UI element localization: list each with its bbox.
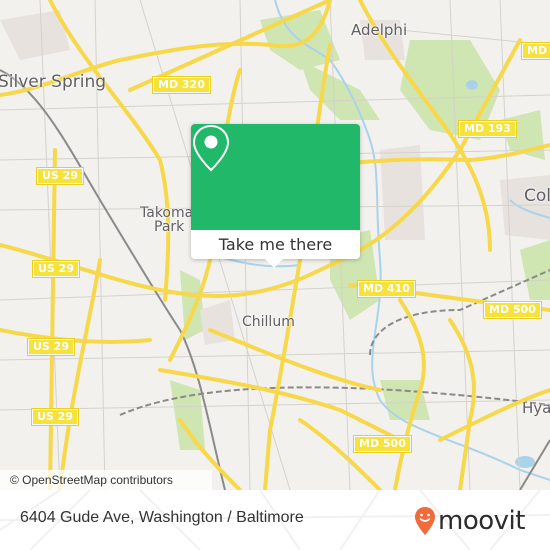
moovit-logo[interactable]: moovit <box>414 504 525 538</box>
route-shield-md320: MD 320 <box>152 76 211 94</box>
place-label-park: Park <box>154 219 185 235</box>
place-label-chillum: Chillum <box>242 314 295 330</box>
route-shield-md193: MD 193 <box>458 120 517 138</box>
route-shield-md410: MD 410 <box>357 280 416 298</box>
place-label-college-park: Col <box>524 186 550 206</box>
map-view[interactable]: Silver Spring Adelphi Takoma Park Chillu… <box>0 0 550 490</box>
route-shield-md193-top: MD 1 <box>521 42 550 60</box>
map-pin-icon <box>192 124 230 172</box>
place-label-adelphi: Adelphi <box>351 21 408 39</box>
footer-bar: 6404 Gude Ave, Washington / Baltimore mo… <box>0 490 550 550</box>
popup-pointer <box>265 259 283 268</box>
route-shield-us29-b: US 29 <box>32 260 80 278</box>
route-shield-us29-c: US 29 <box>27 338 75 356</box>
route-shield-md500-b: MD 500 <box>353 435 412 453</box>
route-shield-us29-d: US 29 <box>31 408 79 426</box>
popup-header <box>191 124 360 230</box>
moovit-smiley-pin-icon <box>415 507 435 535</box>
route-shield-us29-a: US 29 <box>36 167 84 185</box>
place-label-hyattsville: Hyat <box>522 399 550 417</box>
map-attribution[interactable]: © OpenStreetMap contributors <box>0 470 212 490</box>
route-shield-md500-a: MD 500 <box>483 301 542 319</box>
take-me-there-button[interactable]: Take me there <box>191 230 360 259</box>
moovit-wordmark: moovit <box>438 506 525 536</box>
place-label-silver-spring: Silver Spring <box>0 72 107 92</box>
address-label: 6404 Gude Ave, Washington / Baltimore <box>20 509 304 526</box>
location-popup: Take me there <box>191 124 360 268</box>
